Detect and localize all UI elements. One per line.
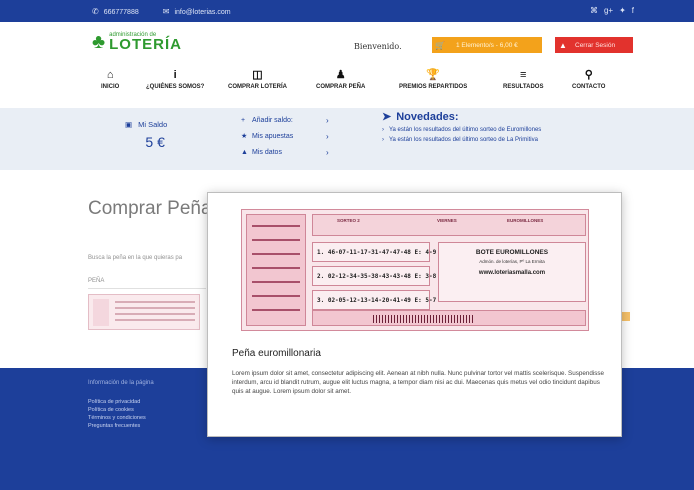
trophy-icon: ★ — [241, 133, 248, 140]
ticket-barcode-strip — [312, 310, 586, 326]
chevron-right-icon: › — [326, 131, 329, 141]
ticket-header-mid: VIERNES — [437, 218, 457, 223]
link-label: Mis datos — [252, 148, 282, 156]
nav-label: PREMIOS REPARTIDOS — [399, 84, 468, 90]
cart-label: 1 Elemento/s - 6,00 € — [456, 41, 518, 49]
modal-title: Peña euromillonaria — [232, 348, 321, 359]
plus-icon: + — [241, 116, 246, 124]
user-icon: ▲ — [241, 148, 248, 156]
clover-icon: ♣ — [92, 31, 106, 53]
nav-label: CONTACTO — [572, 84, 606, 90]
cart-icon: 🛒 — [435, 40, 445, 50]
home-icon: ⌂ — [106, 69, 114, 81]
footer-link[interactable]: Política de cookies — [88, 406, 146, 414]
nav-item-contacto[interactable]: ⚲ CONTACTO — [572, 68, 605, 90]
link-label: Añadir saldo: — [252, 116, 293, 124]
nav-item-premios-repartidos[interactable]: 🏆 PREMIOS REPARTIDOS — [399, 68, 467, 90]
ticket-header-left: SORTEO 2 — [337, 218, 360, 223]
ticket-info-title: BOTE EUROMILLONES — [475, 249, 549, 256]
main-nav: ⌂ INICIO i ¿QUIÉNES SOMOS? ◫ COMPRAR LOT… — [0, 68, 694, 98]
chevron-right-icon: › — [382, 137, 384, 143]
news-item-text: Ya están los resultados del último sorte… — [389, 127, 542, 133]
footer-links: Política de privacidad Política de cooki… — [88, 398, 146, 430]
modal-description: Lorem ipsum dolor sit amet, consectetur … — [232, 370, 605, 396]
nav-item-comprar-pena[interactable]: ♟ COMPRAR PEÑA — [316, 68, 365, 90]
nav-item-inicio[interactable]: ⌂ INICIO — [101, 68, 119, 90]
nav-item-comprar-loteria[interactable]: ◫ COMPRAR LOTERÍA — [228, 68, 287, 90]
news-panel: ➤ Novedades: › Ya están los resultados del… — [382, 110, 541, 144]
my-bets-link[interactable]: ★ Mis apuestas › — [241, 128, 329, 144]
phone-contact[interactable]: ✆ 666777888 — [92, 7, 139, 16]
list-icon: ≡ — [520, 69, 527, 81]
phone-icon: ✆ — [92, 7, 99, 16]
barcode — [373, 315, 473, 323]
facebook-icon[interactable]: f — [632, 6, 634, 15]
ticket-line: 1. 46-07-11-17-31-47-47-48 E: 4-9 — [312, 242, 436, 262]
email-contact[interactable]: ✉ info@loterias.com — [163, 7, 231, 16]
lock-icon: ▲ — [559, 40, 567, 50]
nav-label: COMPRAR PEÑA — [316, 84, 366, 90]
chevron-right-icon: › — [382, 127, 384, 133]
google-plus-icon[interactable]: g+ — [604, 6, 613, 15]
footer-link[interactable]: Términos y condiciones — [88, 414, 146, 422]
trophy-icon: 🏆 — [426, 69, 440, 81]
link-label: Mis apuestas — [252, 132, 294, 140]
ticket-image: SORTEO 2 VIERNES EUROMILLONES 1. 46-07-1… — [241, 209, 589, 331]
balance-value: 5 € — [145, 134, 165, 150]
map-marker-icon: ⚲ — [584, 69, 593, 81]
nav-label: ¿QUIÉNES SOMOS? — [146, 84, 205, 90]
nav-label: RESULTADOS — [503, 84, 544, 90]
footer-heading: Información de la página — [88, 380, 154, 386]
logo-title: LOTERÍA — [109, 36, 182, 53]
footer-link[interactable]: Preguntas frecuentes — [88, 422, 146, 430]
news-title: Novedades: — [396, 110, 459, 123]
nav-item-resultados[interactable]: ≡ RESULTADOS — [503, 68, 543, 90]
add-balance-link[interactable]: + Añadir saldo: › — [241, 112, 329, 128]
balance-label: Mi Saldo — [138, 120, 168, 129]
contact-info: ✆ 666777888 ✉ info@loterias.com — [92, 7, 231, 16]
logout-label: Cerrar Sesión — [575, 41, 616, 49]
ticket-info: BOTE EUROMILLONES Admón. de loterías, Pº… — [438, 242, 586, 302]
pena-detail-modal[interactable]: SORTEO 2 VIERNES EUROMILLONES 1. 46-07-1… — [207, 192, 622, 437]
welcome-text: Bienvenido. — [354, 42, 402, 51]
chevron-right-icon: › — [326, 115, 329, 125]
nav-item-quienes-somos[interactable]: i ¿QUIÉNES SOMOS? — [146, 68, 204, 90]
account-links: + Añadir saldo: › ★ Mis apuestas › ▲ Mis… — [241, 112, 329, 160]
news-item[interactable]: › Ya están los resultados del último sort… — [382, 127, 541, 133]
ticket-header-right: EUROMILLONES — [507, 218, 544, 223]
ticket-header: SORTEO 2 VIERNES EUROMILLONES — [312, 214, 586, 236]
site-logo[interactable]: ♣ administración de LOTERÍA — [92, 32, 182, 52]
footer-link[interactable]: Política de privacidad — [88, 398, 146, 406]
megaphone-icon: ➤ — [382, 111, 392, 123]
site-header: ♣ administración de LOTERÍA Bienvenido. … — [0, 22, 694, 108]
ticket-icon: ◫ — [252, 69, 263, 81]
logout-button[interactable]: ▲ Cerrar Sesión — [555, 37, 633, 53]
chevron-right-icon: › — [326, 147, 329, 157]
nav-label: INICIO — [101, 84, 120, 90]
twitter-icon[interactable]: ✦ — [619, 6, 626, 15]
wallet-icon: ▣ — [125, 120, 133, 129]
envelope-icon: ✉ — [162, 7, 170, 16]
info-icon: i — [173, 69, 177, 81]
ticket-stub — [246, 214, 306, 326]
email-address: info@loterias.com — [174, 9, 231, 16]
cart-button[interactable]: 🛒 1 Elemento/s - 6,00 € — [432, 37, 542, 53]
nav-label: COMPRAR LOTERÍA — [228, 84, 287, 90]
ticket-info-address: Admón. de loterías, Pº La Ermita — [479, 259, 545, 264]
news-item-text: Ya están los resultados del último sorte… — [389, 137, 538, 143]
group-icon: ♟ — [335, 69, 346, 81]
rss-icon[interactable]: ⌘ — [590, 6, 598, 15]
account-band: ▣ Mi Saldo 5 € + Añadir saldo: › ★ Mis ap… — [0, 108, 694, 170]
ticket-line: 2. 02-12-34-35-38-43-43-48 E: 3-8 — [312, 266, 436, 286]
social-links: ⌘ g+ ✦ f — [590, 6, 634, 15]
top-bar: ✆ 666777888 ✉ info@loterias.com ⌘ g+ ✦ f — [0, 0, 694, 22]
news-item[interactable]: › Ya están los resultados del último sort… — [382, 137, 541, 143]
ticket-line: 3. 02-05-12-13-14-20-41-49 E: 5-7 — [312, 290, 436, 310]
ticket-info-web: www.loteriasmalla.com — [478, 270, 546, 276]
phone-number: 666777888 — [103, 9, 139, 16]
balance-panel: ▣ Mi Saldo 5 € — [125, 120, 167, 150]
my-data-link[interactable]: ▲ Mis datos › — [241, 144, 329, 160]
